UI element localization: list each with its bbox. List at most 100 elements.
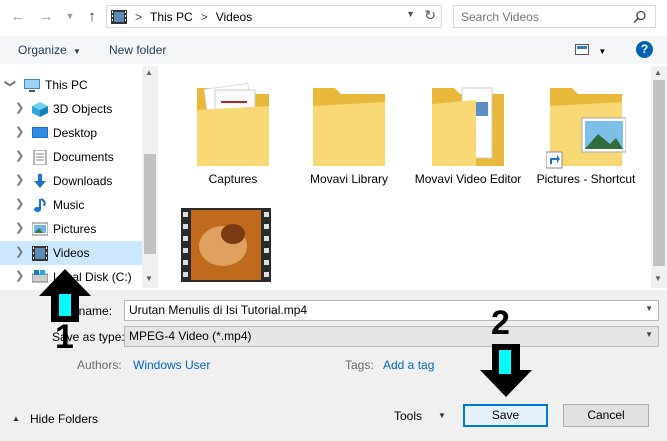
nav-item-videos[interactable]: ❯ Videos bbox=[0, 241, 142, 265]
nav-item-3d-objects[interactable]: ❯ 3D Objects bbox=[0, 97, 142, 121]
nav-item-label: Music bbox=[53, 198, 85, 212]
document-icon bbox=[33, 150, 47, 165]
chevron-right-icon: ❯ bbox=[15, 126, 25, 138]
file-name-input[interactable]: Urutan Menulis di Isi Tutorial.mp4 bbox=[124, 300, 659, 321]
tools-button[interactable]: Tools bbox=[394, 409, 422, 423]
folder-movavi-library[interactable]: Movavi Library bbox=[294, 66, 404, 186]
file-name: Pictures - Shortcut bbox=[536, 172, 636, 186]
scroll-up-icon[interactable]: ▲ bbox=[654, 68, 662, 77]
chevron-right-icon: ❯ bbox=[15, 270, 25, 282]
nav-item-label: Pictures bbox=[53, 222, 97, 236]
hide-folders-button[interactable]: Hide Folders bbox=[30, 412, 98, 426]
view-options-button[interactable]: ▼ bbox=[575, 44, 606, 59]
nav-item-pictures[interactable]: ❯ Pictures bbox=[0, 217, 142, 241]
pictures-icon bbox=[32, 222, 48, 236]
folder-captures[interactable]: Captures bbox=[178, 66, 288, 186]
new-folder-button[interactable]: New folder bbox=[109, 43, 166, 57]
up-button[interactable]: ↑ bbox=[82, 6, 102, 26]
refresh-icon[interactable]: ↻ bbox=[424, 7, 436, 24]
chevron-right-icon: ❯ bbox=[15, 246, 25, 258]
file-name: videoplayback bbox=[178, 286, 288, 288]
file-name-dropdown-icon[interactable]: ▼ bbox=[645, 304, 653, 313]
forward-button[interactable]: → bbox=[36, 6, 56, 26]
chevron-right-icon: ❯ bbox=[15, 222, 25, 234]
chevron-down-icon: ▼ bbox=[73, 47, 81, 56]
file-name: Movavi Video Editor bbox=[414, 172, 522, 186]
nav-item-desktop[interactable]: ❯ Desktop bbox=[0, 121, 142, 145]
up-arrow-icon: ↑ bbox=[88, 7, 96, 25]
file-name: Captures bbox=[208, 172, 258, 186]
organize-button[interactable]: Organize ▼ bbox=[18, 43, 81, 57]
file-scrollbar-thumb[interactable] bbox=[653, 80, 665, 266]
film-icon bbox=[32, 246, 48, 261]
view-icon bbox=[575, 44, 589, 55]
nav-item-label: Videos bbox=[53, 246, 90, 260]
nav-item-label: This PC bbox=[45, 78, 88, 92]
cube-icon bbox=[32, 102, 48, 117]
nav-item-label: Desktop bbox=[53, 126, 98, 140]
download-icon bbox=[34, 174, 46, 188]
folder-movavi-video-editor[interactable]: Movavi Video Editor bbox=[413, 66, 523, 186]
recent-locations-button[interactable]: ▼ bbox=[60, 6, 80, 26]
forward-arrow-icon: → bbox=[38, 7, 54, 25]
nav-item-documents[interactable]: ❯ Documents bbox=[0, 145, 142, 169]
command-bar: Organize ▼ New folder ▼ ? bbox=[0, 36, 667, 64]
back-button[interactable]: ← bbox=[8, 6, 28, 26]
address-dropdown-icon[interactable]: ▼ bbox=[406, 9, 415, 19]
scroll-up-icon[interactable]: ▲ bbox=[145, 68, 153, 77]
search-icon bbox=[633, 10, 646, 24]
help-icon[interactable]: ? bbox=[636, 41, 653, 58]
chevron-up-icon[interactable]: ▲ bbox=[12, 414, 20, 423]
navigation-pane: ❯ This PC ❯ 3D Objects ❯ Desktop ❯ Docum… bbox=[0, 66, 158, 288]
film-thumbnail-icon bbox=[181, 208, 271, 282]
annotation-arrow-down bbox=[480, 344, 532, 397]
tools-dropdown-icon[interactable]: ▼ bbox=[438, 411, 446, 420]
tags-label: Tags: bbox=[345, 358, 374, 372]
chevron-down-icon: ❯ bbox=[4, 78, 17, 89]
save-button[interactable]: Save bbox=[463, 404, 548, 427]
pc-icon bbox=[24, 79, 40, 92]
search-input[interactable] bbox=[461, 9, 631, 24]
file-list: Captures Movavi Library Movavi Video Edi… bbox=[158, 66, 667, 288]
authors-value[interactable]: Windows User bbox=[133, 358, 210, 372]
annotation-step-1: 1 bbox=[55, 318, 74, 356]
film-icon bbox=[111, 9, 127, 24]
folder-icon bbox=[546, 88, 626, 169]
breadcrumb-separator: > bbox=[135, 9, 143, 24]
nav-item-label: Downloads bbox=[53, 174, 113, 188]
scroll-down-icon[interactable]: ▼ bbox=[654, 274, 662, 283]
address-bar[interactable]: > This PC > Videos ▼ ↻ bbox=[106, 5, 442, 28]
save-form-panel: File name: Urutan Menulis di Isi Tutoria… bbox=[0, 290, 667, 441]
annotation-arrow-up bbox=[39, 269, 91, 322]
annotation-step-2: 2 bbox=[491, 304, 510, 342]
save-type-dropdown-icon[interactable]: ▼ bbox=[645, 330, 653, 339]
breadcrumb-videos[interactable]: Videos bbox=[216, 10, 252, 24]
folder-icon bbox=[432, 87, 504, 166]
authors-label: Authors: bbox=[77, 358, 122, 372]
chevron-right-icon: ❯ bbox=[15, 102, 25, 114]
folder-icon bbox=[313, 88, 385, 166]
chevron-right-icon: ❯ bbox=[15, 198, 25, 210]
music-icon bbox=[34, 198, 46, 212]
breadcrumb-separator: > bbox=[200, 9, 208, 24]
nav-item-this-pc[interactable]: ❯ This PC bbox=[0, 73, 142, 97]
nav-item-music[interactable]: ❯ Music bbox=[0, 193, 142, 217]
search-box[interactable] bbox=[453, 5, 656, 28]
folder-icon bbox=[197, 82, 269, 166]
cancel-button[interactable]: Cancel bbox=[563, 404, 649, 427]
scroll-down-icon[interactable]: ▼ bbox=[145, 274, 153, 283]
desktop-icon bbox=[32, 127, 48, 138]
save-type-select[interactable]: MPEG-4 Video (*.mp4) bbox=[124, 326, 659, 347]
file-video[interactable]: videoplayback bbox=[178, 204, 288, 288]
chevron-right-icon: ❯ bbox=[15, 174, 25, 186]
file-name: Movavi Library bbox=[309, 172, 389, 186]
nav-scrollbar-thumb[interactable] bbox=[144, 154, 156, 254]
file-list-scrollbar[interactable]: ▲ ▼ bbox=[651, 66, 667, 288]
back-arrow-icon: ← bbox=[10, 7, 26, 25]
tags-value[interactable]: Add a tag bbox=[383, 358, 434, 372]
breadcrumb-this-pc[interactable]: This PC bbox=[150, 10, 193, 24]
chevron-down-icon: ▼ bbox=[598, 47, 607, 56]
nav-item-downloads[interactable]: ❯ Downloads bbox=[0, 169, 142, 193]
folder-pictures-shortcut[interactable]: Pictures - Shortcut bbox=[531, 66, 641, 186]
nav-scrollbar[interactable]: ▲ ▼ bbox=[142, 66, 158, 288]
